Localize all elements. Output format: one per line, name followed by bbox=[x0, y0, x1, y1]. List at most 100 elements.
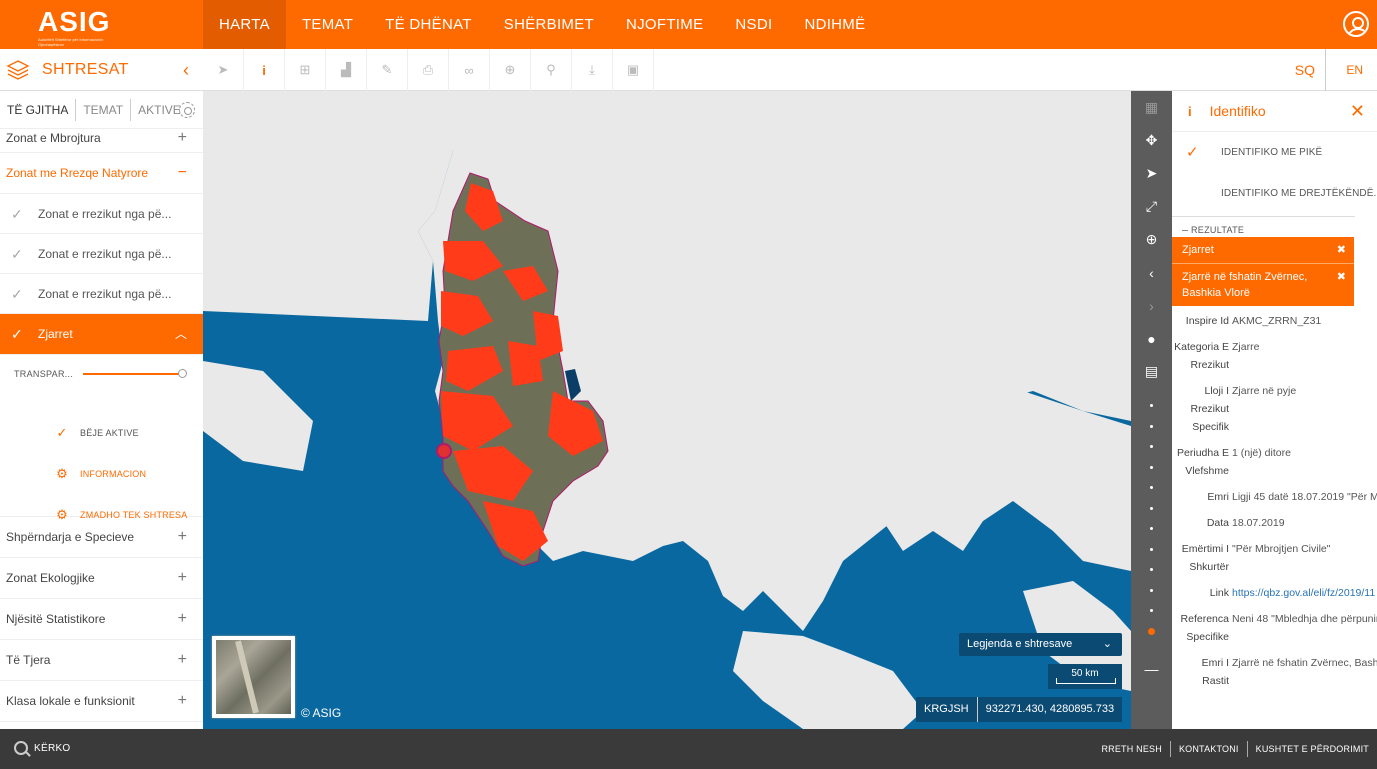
footer-link-about[interactable]: RRETH NESH bbox=[1093, 741, 1171, 757]
tab-themes[interactable]: TEMAT bbox=[76, 98, 132, 121]
check-icon[interactable]: ✓ bbox=[11, 234, 23, 273]
coordinates-readout: KRGJSH 932271.430, 4280895.733 bbox=[916, 697, 1122, 722]
gear-icon[interactable] bbox=[179, 102, 195, 118]
map-canvas[interactable]: © ASIG Legjenda e shtresave ⌄ 50 km KRGJ… bbox=[203, 91, 1131, 729]
forward-icon[interactable]: › bbox=[1131, 289, 1172, 322]
search-tool-icon[interactable]: ⚲ bbox=[531, 49, 572, 91]
layer-group[interactable]: Shpërndarja e Specieve + bbox=[0, 517, 203, 558]
plus-icon[interactable]: + bbox=[178, 517, 187, 557]
user-icon[interactable] bbox=[1343, 11, 1369, 37]
close-icon[interactable]: ✖ bbox=[1337, 269, 1346, 285]
make-active-option[interactable]: ✓ BËJE AKTIVE bbox=[54, 425, 139, 441]
zoom-level[interactable] bbox=[1131, 437, 1172, 458]
chevron-down-icon[interactable]: ⌄ bbox=[1103, 633, 1112, 656]
zoom-out-icon[interactable]: — bbox=[1131, 661, 1172, 677]
zoom-level[interactable] bbox=[1131, 499, 1172, 520]
layer-group[interactable]: Zonat Ekologjike + bbox=[0, 558, 203, 599]
minus-icon[interactable]: − bbox=[178, 153, 187, 193]
nav-item-harta[interactable]: HARTA bbox=[203, 0, 286, 49]
pointer-tool-icon[interactable]: ➤ bbox=[203, 49, 244, 91]
zoom-level[interactable] bbox=[1131, 519, 1172, 540]
nav-item-njoftime[interactable]: NJOFTIME bbox=[610, 0, 719, 49]
search-label: KËRKO bbox=[34, 742, 71, 754]
nav-item-nsdi[interactable]: NSDI bbox=[719, 0, 788, 49]
sublayer-item-zjarret[interactable]: ✓ Zjarret ︿ bbox=[0, 314, 203, 355]
result-item[interactable]: Zjarret ✖ bbox=[1172, 237, 1354, 264]
locate-icon[interactable]: ➤ bbox=[1131, 157, 1172, 190]
check-icon[interactable]: ✓ bbox=[11, 194, 23, 233]
property-link[interactable]: https://qbz.gov.al/eli/fz/2019/11 994462… bbox=[1229, 584, 1377, 602]
info-tool-icon[interactable]: i bbox=[244, 49, 285, 91]
layer-group-protected-areas[interactable]: Zonat e Mbrojtura + bbox=[0, 129, 203, 153]
zoom-level[interactable] bbox=[1131, 581, 1172, 602]
close-icon[interactable]: ✖ bbox=[1337, 242, 1346, 258]
sublayer-item[interactable]: ✓ Zonat e rrezikut nga pë... bbox=[0, 274, 203, 314]
coordinate-system[interactable]: KRGJSH bbox=[916, 697, 978, 722]
layer-group[interactable]: Klasa lokale e funksionit + bbox=[0, 681, 203, 722]
zoom-level[interactable] bbox=[1131, 396, 1172, 417]
back-icon[interactable]: ‹ bbox=[1131, 256, 1172, 289]
footer-link-contact[interactable]: KONTAKTONI bbox=[1171, 741, 1248, 757]
language-sq[interactable]: SQ bbox=[1295, 49, 1326, 91]
toolbar: SHTRESAT ‹ ➤ i ⊞ ▟ ✎ ⎙ ∞ ⊕ ⚲ ⤓ ▣ SQ EN bbox=[0, 49, 1377, 91]
plus-icon[interactable]: + bbox=[178, 129, 187, 147]
edit-tool-icon[interactable]: ✎ bbox=[367, 49, 408, 91]
check-icon[interactable]: ✓ bbox=[11, 314, 23, 354]
basemap-thumbnail[interactable] bbox=[212, 636, 295, 718]
chart-tool-icon[interactable]: ▟ bbox=[326, 49, 367, 91]
asig-logo[interactable]: ASIG Autoriteti Shtetëror për Informacio… bbox=[38, 7, 126, 48]
collapse-panel-icon[interactable]: ‹ bbox=[183, 60, 189, 81]
sublayer-item[interactable]: ✓ Zonat e rrezikut nga pë... bbox=[0, 234, 203, 274]
result-item[interactable]: Zjarrë në fshatin Zvërnec, Bashkia Vlorë… bbox=[1172, 264, 1354, 306]
search-button[interactable]: KËRKO bbox=[14, 741, 71, 755]
layer-group-natural-hazards[interactable]: Zonat me Rrezqe Natyrore − bbox=[0, 153, 203, 194]
zoom-level[interactable] bbox=[1131, 540, 1172, 561]
map-tools-row: ➤ i ⊞ ▟ ✎ ⎙ ∞ ⊕ ⚲ ⤓ ▣ bbox=[203, 49, 654, 91]
nav-item-te-dhenat[interactable]: TË DHËNAT bbox=[369, 0, 488, 49]
coordinate-values: 932271.430, 4280895.733 bbox=[985, 703, 1115, 715]
language-en[interactable]: EN bbox=[1346, 49, 1363, 91]
plus-icon[interactable]: + bbox=[178, 599, 187, 639]
grid-icon[interactable]: ▤ bbox=[1131, 355, 1172, 388]
globe-icon[interactable]: ● bbox=[1131, 322, 1172, 355]
chevron-up-icon[interactable]: ︿ bbox=[175, 314, 187, 354]
sublayer-item[interactable]: ✓ Zonat e rrezikut nga pë... bbox=[0, 194, 203, 234]
zoom-level[interactable] bbox=[1131, 601, 1172, 622]
zoom-level[interactable] bbox=[1131, 560, 1172, 581]
fullscreen-icon[interactable]: ✥ bbox=[1131, 124, 1172, 157]
link-icon[interactable]: ∞ bbox=[449, 49, 490, 91]
tab-all[interactable]: TË GJITHA bbox=[0, 98, 77, 121]
nav-item-ndihme[interactable]: NDIHMË bbox=[788, 0, 881, 49]
print-icon[interactable]: ⎙ bbox=[408, 49, 449, 91]
expand-icon[interactable]: ⤢ bbox=[1131, 190, 1172, 223]
plus-icon[interactable]: + bbox=[178, 681, 187, 721]
add-icon[interactable]: ⊕ bbox=[490, 49, 531, 91]
zoom-slider[interactable] bbox=[1131, 396, 1172, 642]
check-icon[interactable]: ✓ bbox=[11, 274, 23, 313]
transparency-slider[interactable] bbox=[83, 373, 183, 375]
footer-link-terms[interactable]: KUSHTET E PËRDORIMIT bbox=[1248, 741, 1369, 757]
layer-group[interactable]: Njësitë Statistikore + bbox=[0, 599, 203, 640]
zoom-level[interactable] bbox=[1131, 478, 1172, 499]
download-icon[interactable]: ⤓ bbox=[572, 49, 613, 91]
slider-handle[interactable] bbox=[178, 369, 187, 378]
legend-dropdown[interactable]: Legjenda e shtresave ⌄ bbox=[959, 633, 1122, 656]
zoom-level[interactable] bbox=[1131, 417, 1172, 438]
information-option[interactable]: ⚙ INFORMACION bbox=[54, 466, 146, 482]
identify-by-point[interactable]: ✓ IDENTIFIKO ME PIKË bbox=[1172, 132, 1377, 173]
result-label: Zjarret bbox=[1182, 244, 1214, 256]
nav-item-temat[interactable]: TEMAT bbox=[286, 0, 369, 49]
layer-group[interactable]: Të Tjera + bbox=[0, 640, 203, 681]
close-icon[interactable]: ✕ bbox=[1350, 101, 1365, 122]
map-icon[interactable]: ▦ bbox=[1131, 91, 1172, 124]
zoom-level[interactable] bbox=[1131, 458, 1172, 479]
zoom-level-current[interactable] bbox=[1131, 622, 1172, 643]
image-icon[interactable]: ▣ bbox=[613, 49, 654, 91]
zoom-in-icon[interactable]: ⊕ bbox=[1131, 223, 1172, 256]
add-layer-icon[interactable]: ⊞ bbox=[285, 49, 326, 91]
nav-item-sherbimet[interactable]: SHËRBIMET bbox=[488, 0, 610, 49]
property-row: Linkhttps://qbz.gov.al/eli/fz/2019/11 99… bbox=[1172, 584, 1377, 602]
plus-icon[interactable]: + bbox=[178, 640, 187, 680]
plus-icon[interactable]: + bbox=[178, 558, 187, 598]
identify-by-rectangle[interactable]: IDENTIFIKO ME DREJTËKËNDË... bbox=[1172, 173, 1377, 214]
